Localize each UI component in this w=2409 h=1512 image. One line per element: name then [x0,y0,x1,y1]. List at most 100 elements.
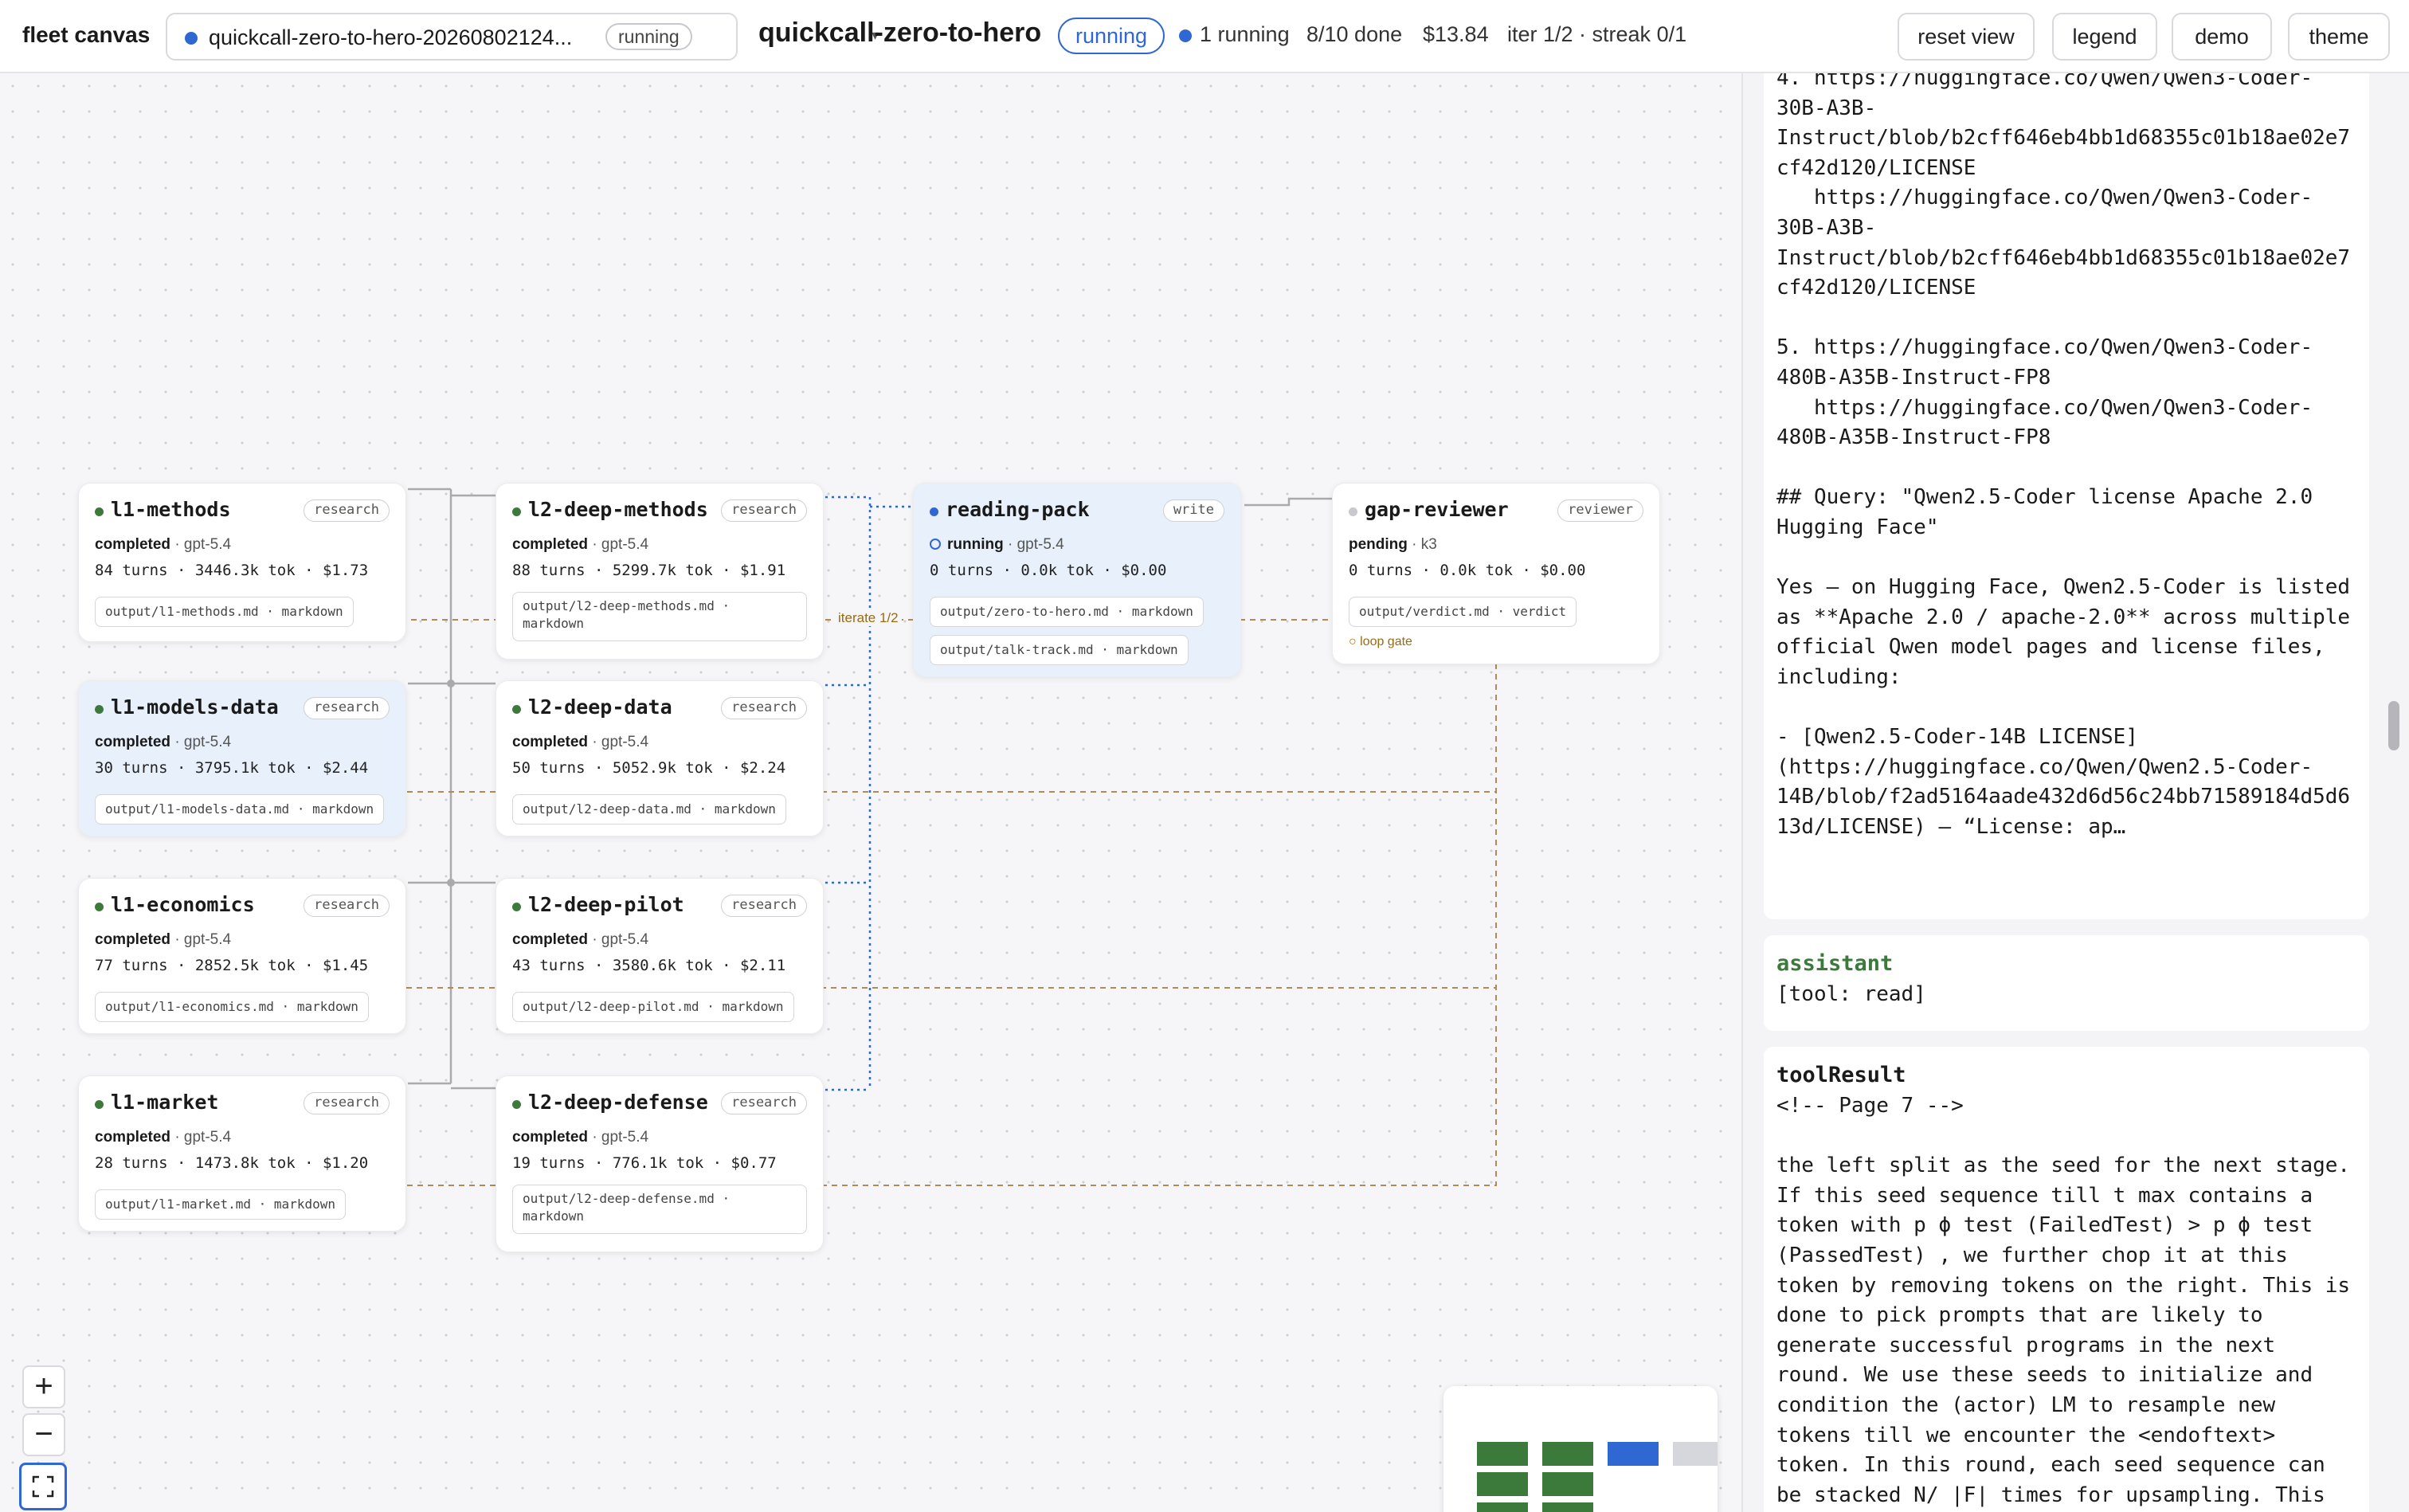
edge-reading-reviewer [1244,497,1332,507]
output-artifact[interactable]: output/l1-economics.md · markdown [95,992,369,1022]
node-stats: 77 turns · 2852.5k tok · $1.45 [95,957,369,974]
node-model: gpt-5.4 [183,536,232,553]
total-cost: $13.84 [1423,22,1489,46]
output-artifact[interactable]: output/zero-to-hero.md · markdown [930,597,1204,627]
transcript-panel[interactable]: 4. https://huggingface.co/Qwen/Qwen3-Cod… [1741,73,2409,1512]
node-model: gpt-5.4 [183,1129,232,1146]
node-status-line: completed · gpt-5.4 [95,536,232,553]
node-status-line: completed · gpt-5.4 [95,931,232,948]
run-selector[interactable]: quickcall-zero-to-hero-20260802124... ru… [166,13,879,61]
panel-scrollbar[interactable] [2388,701,2399,750]
node-status-line: completed · gpt-5.4 [95,734,232,750]
node-l1-methods[interactable]: l1-methods research completed · gpt-5.4 84 … [78,483,406,642]
node-status: completed [95,931,171,948]
node-status: completed [512,931,589,948]
status-dot-icon [185,32,198,45]
node-l1-market[interactable]: l1-market research completed · gpt-5.4 28 t… [78,1075,406,1232]
node-name: l2-deep-methods [528,498,708,521]
node-l1-economics[interactable]: l1-economics research completed · gpt-5.4 7… [78,878,406,1034]
node-stats: 30 turns · 3795.1k tok · $2.44 [95,759,369,777]
output-artifact[interactable]: output/l1-models-data.md · markdown [95,794,385,825]
fit-view-icon [32,1475,54,1498]
node-tag: research [304,499,390,522]
node-gap-reviewer[interactable]: gap-reviewer reviewer pending · k3 0 turns … [1332,483,1660,664]
zoom-in-button[interactable]: + [22,1365,65,1408]
minimap-node [1608,1442,1659,1466]
node-name: reading-pack [946,498,1090,521]
node-model: gpt-5.4 [183,734,232,750]
node-l1-models-data[interactable]: l1-models-data research completed · gpt-5.… [78,680,406,836]
minimap-node [1542,1502,1593,1512]
node-stats: 88 turns · 5299.7k tok · $1.91 [512,562,786,579]
minus-icon: − [34,1416,53,1451]
node-stats: 19 turns · 776.1k tok · $0.77 [512,1154,777,1172]
reset-view-button[interactable]: reset view [1898,13,2035,61]
iteration-info: iter 1/2 · streak 0/1 [1507,22,1687,46]
output-artifact[interactable]: output/talk-track.md · markdown [930,635,1189,665]
node-name: l2-deep-pilot [528,893,684,916]
top-bar: fleet canvas quickcall-zero-to-hero-2026… [0,0,2409,73]
output-artifact[interactable]: output/verdict.md · verdict [1349,597,1577,627]
node-status: completed [512,1129,589,1146]
node-status: completed [512,734,589,750]
status-dot-icon [930,507,938,516]
running-dot-icon [1179,29,1192,42]
node-stats: 0 turns · 0.0k tok · $0.00 [1349,562,1586,579]
minimap-node [1477,1472,1528,1496]
node-tag: write [1162,499,1224,522]
status-dot-icon [95,507,104,516]
loop-edge-label: iterate 1/2 [835,610,902,626]
node-stats: 28 turns · 1473.8k tok · $1.20 [95,1154,369,1172]
fit-view-button[interactable] [19,1463,67,1510]
node-stats: 84 turns · 3446.3k tok · $1.73 [95,562,369,579]
node-model: gpt-5.4 [601,734,649,750]
message-role: assistant [1776,951,1894,976]
node-model: gpt-5.4 [601,931,649,948]
loop-gate-label: ○ loop gate [1349,635,1412,648]
output-artifact[interactable]: output/l2-deep-pilot.md · markdown [512,992,794,1022]
node-name: l1-economics [111,893,255,916]
node-l2-deep-defense[interactable]: l2-deep-defense research completed · gpt-5… [496,1075,824,1252]
node-model: gpt-5.4 [601,1129,649,1146]
node-model: gpt-5.4 [183,931,232,948]
output-artifact[interactable]: output/l2-deep-data.md · markdown [512,794,786,825]
node-status: completed [95,1129,171,1146]
theme-button[interactable]: theme [2288,13,2390,61]
node-stats: 43 turns · 3580.6k tok · $2.11 [512,957,786,974]
status-dot-icon [512,507,521,516]
app-brand: fleet canvas [22,22,151,47]
demo-button[interactable]: demo [2172,13,2272,61]
node-l2-deep-pilot[interactable]: l2-deep-pilot research completed · gpt-5.4… [496,878,824,1034]
done-count: 8/10 done [1306,22,1403,46]
plus-icon: + [34,1369,53,1404]
node-name: l1-models-data [111,695,279,719]
message-role: toolResult [1776,1063,1906,1087]
zoom-out-button[interactable]: − [22,1413,65,1456]
node-tag: research [304,697,390,719]
minimap-node [1477,1502,1528,1512]
node-status-line: completed · gpt-5.4 [512,734,649,750]
node-status-line: completed · gpt-5.4 [512,536,649,553]
node-model: gpt-5.4 [1016,536,1064,553]
legend-button[interactable]: legend [2052,13,2157,61]
status-dot-icon [512,705,521,714]
workflow-canvas[interactable]: iterate 1/2 l1-methods research completed … [0,73,1741,1512]
node-l2-deep-methods[interactable]: l2-deep-methods research completed · gpt-5… [496,483,824,660]
running-ring-icon [930,539,941,550]
node-l2-deep-data[interactable]: l2-deep-data research completed · gpt-5.4 5… [496,680,824,836]
minimap[interactable] [1443,1386,1718,1512]
output-artifact[interactable]: output/l1-market.md · markdown [95,1189,346,1220]
node-status-line: completed · gpt-5.4 [95,1129,232,1146]
output-artifact[interactable]: output/l2-deep-methods.md · markdown [512,592,807,641]
node-name: l1-methods [111,498,231,521]
minimap-node [1477,1442,1528,1466]
output-artifact[interactable]: output/l1-methods.md · markdown [95,597,354,627]
bus-junction [447,879,455,887]
node-status: completed [95,536,171,553]
message-text: 4. https://huggingface.co/Qwen/Qwen3-Cod… [1776,73,2351,839]
node-reading-pack[interactable]: reading-pack write running · gpt-5.4 0 turn… [913,483,1241,677]
output-artifact[interactable]: output/l2-deep-defense.md · markdown [512,1185,807,1234]
node-status: pending [1349,536,1408,553]
message-card: assistant [tool: read] [1764,935,2369,1031]
node-stats: 0 turns · 0.0k tok · $0.00 [930,562,1167,579]
